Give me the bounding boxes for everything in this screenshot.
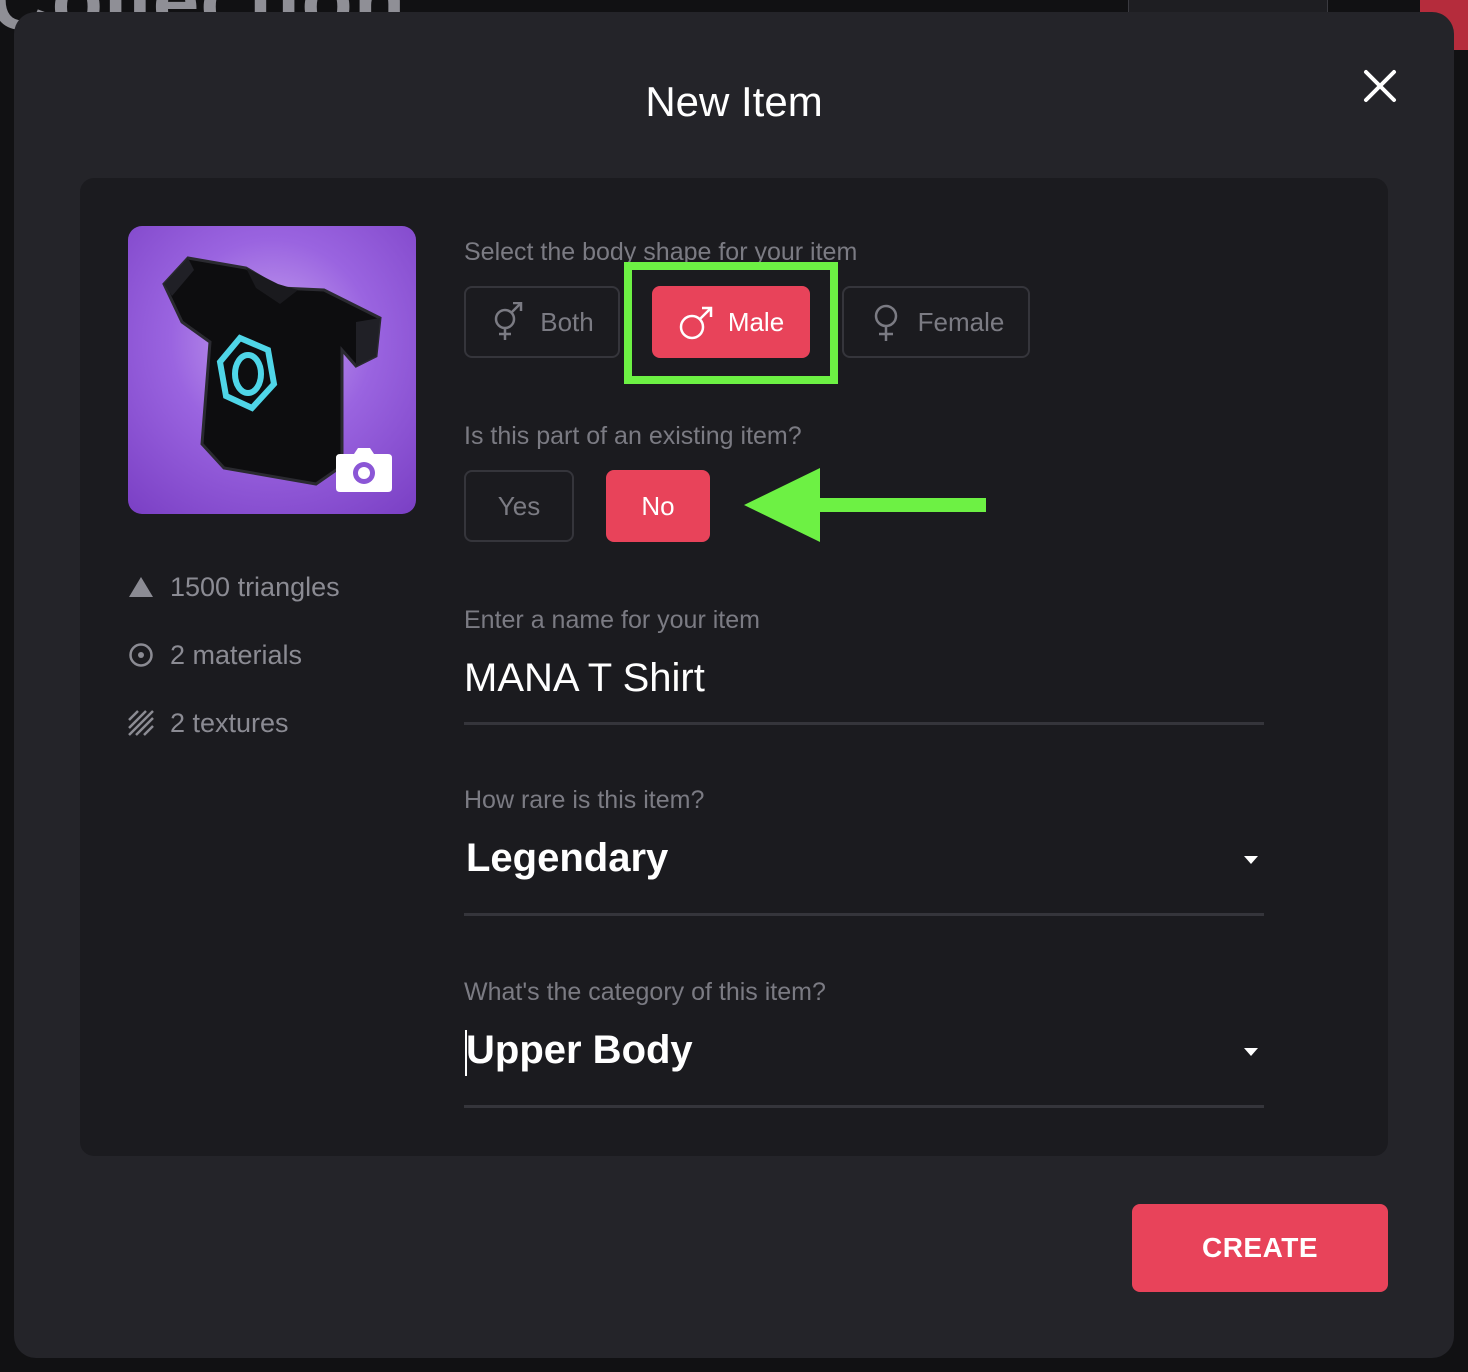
annotation-arrow-icon xyxy=(744,468,986,542)
item-name-input[interactable]: MANA T Shirt xyxy=(464,656,705,701)
close-icon[interactable] xyxy=(1360,66,1400,106)
category-select[interactable]: Upper Body xyxy=(466,1028,693,1073)
stat-label: 1500 triangles xyxy=(170,571,340,602)
item-name-underline xyxy=(464,722,1264,725)
category-label: What's the category of this item? xyxy=(464,978,826,1006)
item-thumbnail[interactable] xyxy=(128,226,416,514)
chevron-down-icon[interactable] xyxy=(1242,1046,1260,1058)
both-gender-icon xyxy=(490,301,526,342)
stat-label: 2 materials xyxy=(170,639,303,670)
body-shape-female-button[interactable]: Female xyxy=(842,286,1030,358)
rarity-select[interactable]: Legendary xyxy=(466,836,668,881)
category-underline xyxy=(464,1105,1264,1108)
stat-materials: 2 materials xyxy=(128,640,302,670)
existing-item-label: Is this part of an existing item? xyxy=(464,422,802,450)
rarity-underline xyxy=(464,913,1264,916)
materials-icon xyxy=(128,642,154,668)
create-button[interactable]: CREATE xyxy=(1132,1204,1388,1292)
body-shape-both-label: Both xyxy=(540,306,594,337)
existing-item-yes-button[interactable]: Yes xyxy=(464,470,574,542)
textures-icon xyxy=(128,710,154,736)
rarity-label: How rare is this item? xyxy=(464,786,705,814)
annotation-highlight-box xyxy=(624,262,838,384)
female-icon xyxy=(868,302,904,342)
body-shape-female-label: Female xyxy=(917,306,1005,337)
item-name-label: Enter a name for your item xyxy=(464,606,760,634)
existing-item-no-button[interactable]: No xyxy=(606,470,710,542)
new-item-modal: New Item 1500 triangles 2 materials 2 te… xyxy=(14,12,1454,1358)
chevron-down-icon[interactable] xyxy=(1242,854,1260,866)
stat-textures: 2 textures xyxy=(128,708,289,738)
item-form-panel: 1500 triangles 2 materials 2 textures Se… xyxy=(80,178,1388,1156)
stat-label: 2 textures xyxy=(170,707,289,738)
stat-triangles: 1500 triangles xyxy=(128,572,340,602)
camera-icon[interactable] xyxy=(336,448,392,492)
modal-title: New Item xyxy=(645,78,823,125)
body-shape-both-button[interactable]: Both xyxy=(464,286,620,358)
triangle-icon xyxy=(128,574,154,600)
